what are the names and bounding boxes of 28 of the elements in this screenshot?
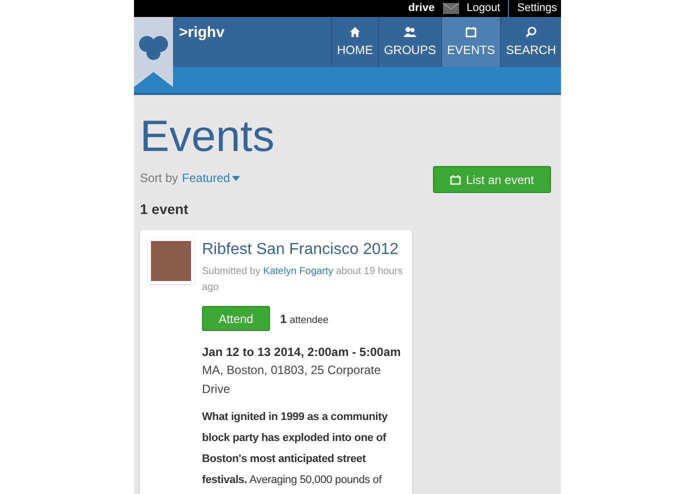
list-event-button[interactable]: List an event	[433, 166, 551, 193]
attendee-label: attendee	[290, 314, 329, 328]
avatar-placeholder	[148, 238, 194, 284]
attend-button[interactable]: Attend	[202, 306, 270, 331]
caret-icon	[232, 176, 240, 180]
ribbon-logo-drawing[interactable]	[134, 17, 173, 87]
top-link[interactable]: Settings	[517, 2, 557, 14]
event-title[interactable]: Ribfest San Francisco 2012	[202, 238, 404, 262]
event-address: MA, Boston, 01803, 25 Corporate Drive	[202, 362, 382, 398]
calendar-icon	[464, 26, 477, 38]
calendar-icon	[450, 174, 461, 184]
username: drive	[408, 1, 435, 16]
attendee-count: 1	[280, 310, 287, 328]
envelope-icon[interactable]	[442, 3, 459, 14]
submitted-info: Submitted by Katelyn Fogarty about 19 hours ago	[202, 265, 404, 295]
home-icon	[348, 26, 361, 38]
top-link[interactable]: Logout	[466, 2, 500, 14]
sort-label: Sort by	[140, 170, 178, 187]
author-link[interactable]: Katelyn Fogarty	[263, 266, 334, 277]
search-icon	[524, 26, 537, 38]
event-date: Jan 12 to 13 2014, 2:00am - 5:00am	[202, 344, 402, 361]
sort-dropdown[interactable]: Featured	[182, 169, 240, 187]
page-title: Events	[140, 115, 276, 159]
people-icon	[402, 26, 417, 38]
site-logo[interactable]: >righv	[179, 22, 224, 67]
event-count: 1 event	[140, 200, 190, 219]
nav-tab[interactable]: EVENTS	[440, 17, 500, 67]
event-description: What ignited in 1999 as a community block party has exploded into one of Boston's most anticipated street festivals. Averaging 50,000 pounds of	[202, 410, 389, 488]
